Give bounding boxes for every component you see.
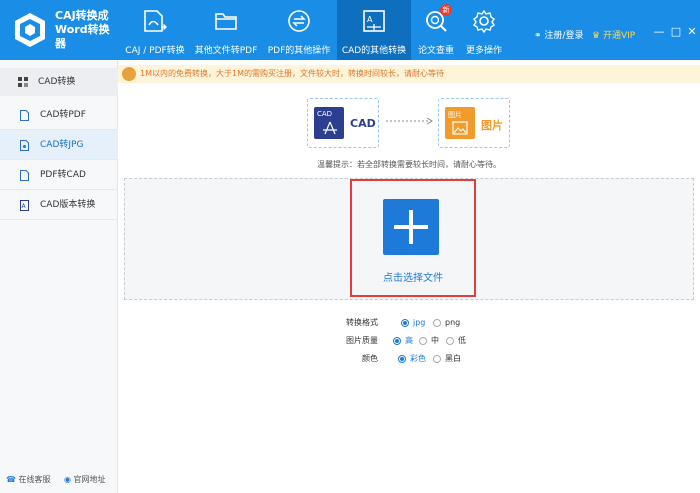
login-button[interactable]: ⚭ 注册/登录: [534, 28, 583, 41]
quality-medium-radio[interactable]: [419, 337, 427, 345]
sidebar-item-cad-version[interactable]: A CAD版本转换: [0, 190, 118, 220]
sidebar-item-label: CAD转PDF: [40, 110, 86, 120]
nav-caj-pdf-convert[interactable]: CAJ / PDF转换: [122, 0, 188, 60]
sidebar-item-cad-to-jpg[interactable]: CAD转JPG: [0, 130, 118, 160]
sidebar-item-label: CAD版本转换: [40, 200, 96, 210]
notice-bar: 1M以内的免费转换，大于1M的需购买注册，文件较大时，转换时间较长，请耐心等待: [118, 65, 700, 83]
user-icon: ⚭: [534, 31, 542, 41]
nav-cad-other-convert[interactable]: A CAD的其他转换: [337, 0, 411, 60]
app-title-line1: CAJ转换成: [55, 9, 109, 22]
nav-label: 更多操作: [465, 46, 502, 56]
globe-icon: ◉: [64, 475, 71, 484]
target-format-card: 图片 图片: [438, 98, 510, 148]
color-option-row: 颜色 彩色 黑白: [118, 352, 700, 366]
color-bw-label[interactable]: 黑白: [445, 352, 461, 366]
compass-icon: [323, 121, 337, 135]
image-file-icon-text: 图片: [448, 111, 462, 119]
image-file-icon: 图片: [445, 107, 475, 139]
close-button[interactable]: ✕: [686, 26, 698, 38]
cad-file-icon: A: [20, 200, 29, 211]
gear-icon: [473, 9, 495, 34]
picture-icon: [452, 121, 468, 135]
image-file-icon: [20, 140, 29, 151]
notice-text: 1M以内的免费转换，大于1M的需购买注册，文件较大时，转换时间较长，请耐心等待: [140, 69, 444, 78]
crown-icon: ♛: [592, 31, 601, 41]
maximize-button[interactable]: □: [670, 26, 682, 38]
sidebar: CAD转换 CAD转PDF CAD转JPG PDF转CAD A CAD版本转换: [0, 60, 118, 493]
cad-file-icon: CAD: [314, 107, 344, 139]
nav-label: PDF的其他操作: [267, 46, 331, 56]
sidebar-item-label: PDF转CAD: [40, 170, 86, 180]
color-label: 颜色: [362, 354, 378, 363]
nav-pdf-other-ops[interactable]: PDF的其他操作: [264, 0, 334, 60]
sidebar-item-pdf-to-cad[interactable]: PDF转CAD: [0, 160, 118, 190]
official-site-label: 官网地址: [73, 475, 106, 484]
format-jpg-label[interactable]: jpg: [413, 316, 425, 330]
select-file-button[interactable]: 点击选择文件: [350, 179, 476, 297]
nav-label: 其他文件转PDF: [194, 46, 258, 56]
app-title: CAJ转换成 Word转换 器: [55, 9, 115, 51]
official-site-link[interactable]: ◉ 官网地址: [64, 474, 106, 485]
online-service-link[interactable]: ☎ 在线客服: [6, 474, 51, 485]
sidebar-heading: CAD转换: [0, 68, 118, 96]
quality-high-label[interactable]: 高: [405, 334, 413, 348]
online-service-label: 在线客服: [18, 475, 51, 484]
nav-paper-check[interactable]: 新 论文查重: [414, 0, 458, 60]
color-colorful-label[interactable]: 彩色: [410, 352, 426, 366]
sidebar-heading-label: CAD转换: [38, 77, 76, 87]
quality-low-label[interactable]: 低: [458, 334, 466, 348]
nav-label: 论文查重: [417, 46, 454, 56]
cad-drawing-icon: A: [363, 10, 385, 32]
quality-low-radio[interactable]: [446, 337, 454, 345]
sidebar-item-cad-to-pdf[interactable]: CAD转PDF: [0, 100, 118, 130]
vip-button[interactable]: ♛ 开通VIP: [592, 28, 635, 41]
app-title-line2: Word转换: [55, 23, 110, 36]
notice-avatar-icon: [122, 67, 136, 81]
color-bw-radio[interactable]: [433, 355, 441, 363]
app-logo-icon: [15, 13, 45, 47]
select-file-label: 点击选择文件: [383, 273, 443, 284]
pdf-file-icon: [20, 110, 29, 121]
format-jpg-radio[interactable]: [401, 319, 409, 327]
source-format-label: CAD: [350, 117, 376, 130]
quality-option-row: 图片质量 高 中 低: [118, 334, 700, 348]
target-format-label: 图片: [481, 119, 503, 132]
format-label: 转换格式: [346, 318, 378, 327]
nav-label: CAD的其他转换: [341, 46, 407, 56]
svg-text:A: A: [367, 15, 373, 24]
format-option-row: 转换格式 jpg png: [118, 316, 700, 330]
pdf-convert-icon: [144, 10, 167, 32]
nav-other-to-pdf[interactable]: 其他文件转PDF: [192, 0, 260, 60]
convert-arrows-icon: [288, 10, 310, 32]
top-toolbar: CAJ转换成 Word转换 器 CAJ / PDF转换 其他文件转PDF PDF…: [0, 0, 700, 60]
quality-high-radio[interactable]: [393, 337, 401, 345]
svg-text:A: A: [22, 203, 27, 210]
grid-icon: [18, 77, 28, 87]
nav-more-ops[interactable]: 更多操作: [462, 0, 506, 60]
nav-label: CAJ / PDF转换: [125, 46, 185, 56]
sidebar-item-label: CAD转JPG: [40, 140, 84, 150]
source-format-card: CAD CAD: [307, 98, 379, 148]
quality-label: 图片质量: [346, 336, 378, 345]
new-badge: 新: [440, 4, 452, 16]
plus-icon: [383, 199, 439, 255]
folder-icon: [215, 13, 237, 30]
pdf-file-icon: [20, 170, 29, 181]
format-png-label[interactable]: png: [445, 316, 460, 330]
quality-medium-label[interactable]: 中: [431, 334, 439, 348]
minimize-button[interactable]: —: [653, 26, 665, 38]
cad-file-icon-text: CAD: [317, 110, 333, 118]
app-title-line3: 器: [55, 37, 66, 50]
login-label: 注册/登录: [544, 31, 584, 41]
vip-label: 开通VIP: [602, 31, 636, 41]
tip-text: 温馨提示：若全部转换需要较长时间，请耐心等待。: [317, 160, 501, 169]
color-colorful-radio[interactable]: [398, 355, 406, 363]
convert-arrow-icon: [386, 117, 433, 125]
format-png-radio[interactable]: [433, 319, 441, 327]
headset-icon: ☎: [6, 475, 16, 484]
